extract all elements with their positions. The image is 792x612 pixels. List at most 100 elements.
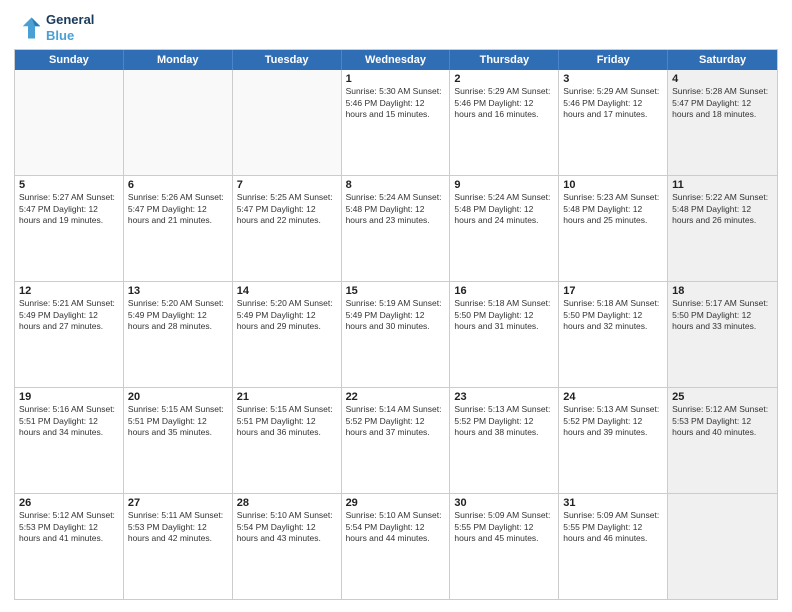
day-header-sunday: Sunday bbox=[15, 50, 124, 70]
day-cell bbox=[233, 70, 342, 175]
day-cell: 11Sunrise: 5:22 AM Sunset: 5:48 PM Dayli… bbox=[668, 176, 777, 281]
day-info: Sunrise: 5:12 AM Sunset: 5:53 PM Dayligh… bbox=[19, 510, 119, 544]
day-header-thursday: Thursday bbox=[450, 50, 559, 70]
week-row: 12Sunrise: 5:21 AM Sunset: 5:49 PM Dayli… bbox=[15, 281, 777, 387]
day-cell: 20Sunrise: 5:15 AM Sunset: 5:51 PM Dayli… bbox=[124, 388, 233, 493]
page: General Blue SundayMondayTuesdayWednesda… bbox=[0, 0, 792, 612]
day-info: Sunrise: 5:26 AM Sunset: 5:47 PM Dayligh… bbox=[128, 192, 228, 226]
day-info: Sunrise: 5:16 AM Sunset: 5:51 PM Dayligh… bbox=[19, 404, 119, 438]
day-info: Sunrise: 5:27 AM Sunset: 5:47 PM Dayligh… bbox=[19, 192, 119, 226]
day-header-tuesday: Tuesday bbox=[233, 50, 342, 70]
day-cell: 3Sunrise: 5:29 AM Sunset: 5:46 PM Daylig… bbox=[559, 70, 668, 175]
day-info: Sunrise: 5:15 AM Sunset: 5:51 PM Dayligh… bbox=[237, 404, 337, 438]
day-cell: 25Sunrise: 5:12 AM Sunset: 5:53 PM Dayli… bbox=[668, 388, 777, 493]
day-info: Sunrise: 5:13 AM Sunset: 5:52 PM Dayligh… bbox=[454, 404, 554, 438]
day-cell: 31Sunrise: 5:09 AM Sunset: 5:55 PM Dayli… bbox=[559, 494, 668, 599]
header: General Blue bbox=[14, 12, 778, 43]
day-number: 17 bbox=[563, 285, 663, 297]
day-info: Sunrise: 5:18 AM Sunset: 5:50 PM Dayligh… bbox=[563, 298, 663, 332]
day-info: Sunrise: 5:10 AM Sunset: 5:54 PM Dayligh… bbox=[346, 510, 446, 544]
day-number: 24 bbox=[563, 391, 663, 403]
day-cell: 2Sunrise: 5:29 AM Sunset: 5:46 PM Daylig… bbox=[450, 70, 559, 175]
day-cell: 7Sunrise: 5:25 AM Sunset: 5:47 PM Daylig… bbox=[233, 176, 342, 281]
day-cell: 28Sunrise: 5:10 AM Sunset: 5:54 PM Dayli… bbox=[233, 494, 342, 599]
day-info: Sunrise: 5:23 AM Sunset: 5:48 PM Dayligh… bbox=[563, 192, 663, 226]
day-number: 1 bbox=[346, 73, 446, 85]
day-cell: 16Sunrise: 5:18 AM Sunset: 5:50 PM Dayli… bbox=[450, 282, 559, 387]
day-number: 16 bbox=[454, 285, 554, 297]
day-cell: 22Sunrise: 5:14 AM Sunset: 5:52 PM Dayli… bbox=[342, 388, 451, 493]
day-header-monday: Monday bbox=[124, 50, 233, 70]
day-number: 27 bbox=[128, 497, 228, 509]
day-info: Sunrise: 5:29 AM Sunset: 5:46 PM Dayligh… bbox=[563, 86, 663, 120]
day-info: Sunrise: 5:20 AM Sunset: 5:49 PM Dayligh… bbox=[237, 298, 337, 332]
day-number: 8 bbox=[346, 179, 446, 191]
day-header-friday: Friday bbox=[559, 50, 668, 70]
day-cell: 6Sunrise: 5:26 AM Sunset: 5:47 PM Daylig… bbox=[124, 176, 233, 281]
day-number: 29 bbox=[346, 497, 446, 509]
day-cell: 1Sunrise: 5:30 AM Sunset: 5:46 PM Daylig… bbox=[342, 70, 451, 175]
day-number: 10 bbox=[563, 179, 663, 191]
day-cell: 26Sunrise: 5:12 AM Sunset: 5:53 PM Dayli… bbox=[15, 494, 124, 599]
day-cell: 19Sunrise: 5:16 AM Sunset: 5:51 PM Dayli… bbox=[15, 388, 124, 493]
day-cell: 21Sunrise: 5:15 AM Sunset: 5:51 PM Dayli… bbox=[233, 388, 342, 493]
day-number: 31 bbox=[563, 497, 663, 509]
day-cell: 13Sunrise: 5:20 AM Sunset: 5:49 PM Dayli… bbox=[124, 282, 233, 387]
logo: General Blue bbox=[14, 12, 94, 43]
day-cell: 15Sunrise: 5:19 AM Sunset: 5:49 PM Dayli… bbox=[342, 282, 451, 387]
day-number: 6 bbox=[128, 179, 228, 191]
day-cell: 17Sunrise: 5:18 AM Sunset: 5:50 PM Dayli… bbox=[559, 282, 668, 387]
day-info: Sunrise: 5:12 AM Sunset: 5:53 PM Dayligh… bbox=[672, 404, 773, 438]
day-number: 11 bbox=[672, 179, 773, 191]
day-number: 9 bbox=[454, 179, 554, 191]
day-cell bbox=[15, 70, 124, 175]
day-number: 23 bbox=[454, 391, 554, 403]
day-cell: 5Sunrise: 5:27 AM Sunset: 5:47 PM Daylig… bbox=[15, 176, 124, 281]
day-number: 21 bbox=[237, 391, 337, 403]
day-cell: 27Sunrise: 5:11 AM Sunset: 5:53 PM Dayli… bbox=[124, 494, 233, 599]
day-info: Sunrise: 5:20 AM Sunset: 5:49 PM Dayligh… bbox=[128, 298, 228, 332]
day-info: Sunrise: 5:24 AM Sunset: 5:48 PM Dayligh… bbox=[454, 192, 554, 226]
day-number: 20 bbox=[128, 391, 228, 403]
day-number: 19 bbox=[19, 391, 119, 403]
day-cell: 4Sunrise: 5:28 AM Sunset: 5:47 PM Daylig… bbox=[668, 70, 777, 175]
logo-icon bbox=[14, 14, 42, 42]
week-row: 19Sunrise: 5:16 AM Sunset: 5:51 PM Dayli… bbox=[15, 387, 777, 493]
day-cell: 30Sunrise: 5:09 AM Sunset: 5:55 PM Dayli… bbox=[450, 494, 559, 599]
weeks: 1Sunrise: 5:30 AM Sunset: 5:46 PM Daylig… bbox=[15, 70, 777, 599]
day-info: Sunrise: 5:29 AM Sunset: 5:46 PM Dayligh… bbox=[454, 86, 554, 120]
day-number: 7 bbox=[237, 179, 337, 191]
day-number: 12 bbox=[19, 285, 119, 297]
day-info: Sunrise: 5:22 AM Sunset: 5:48 PM Dayligh… bbox=[672, 192, 773, 226]
day-info: Sunrise: 5:18 AM Sunset: 5:50 PM Dayligh… bbox=[454, 298, 554, 332]
day-cell: 9Sunrise: 5:24 AM Sunset: 5:48 PM Daylig… bbox=[450, 176, 559, 281]
week-row: 5Sunrise: 5:27 AM Sunset: 5:47 PM Daylig… bbox=[15, 175, 777, 281]
day-info: Sunrise: 5:25 AM Sunset: 5:47 PM Dayligh… bbox=[237, 192, 337, 226]
day-number: 30 bbox=[454, 497, 554, 509]
day-number: 13 bbox=[128, 285, 228, 297]
day-cell bbox=[668, 494, 777, 599]
day-cell: 24Sunrise: 5:13 AM Sunset: 5:52 PM Dayli… bbox=[559, 388, 668, 493]
day-header-wednesday: Wednesday bbox=[342, 50, 451, 70]
day-cell: 10Sunrise: 5:23 AM Sunset: 5:48 PM Dayli… bbox=[559, 176, 668, 281]
day-number: 3 bbox=[563, 73, 663, 85]
day-number: 15 bbox=[346, 285, 446, 297]
day-cell: 12Sunrise: 5:21 AM Sunset: 5:49 PM Dayli… bbox=[15, 282, 124, 387]
day-info: Sunrise: 5:14 AM Sunset: 5:52 PM Dayligh… bbox=[346, 404, 446, 438]
day-header-saturday: Saturday bbox=[668, 50, 777, 70]
day-headers: SundayMondayTuesdayWednesdayThursdayFrid… bbox=[15, 50, 777, 70]
day-info: Sunrise: 5:17 AM Sunset: 5:50 PM Dayligh… bbox=[672, 298, 773, 332]
day-number: 18 bbox=[672, 285, 773, 297]
day-number: 25 bbox=[672, 391, 773, 403]
day-info: Sunrise: 5:09 AM Sunset: 5:55 PM Dayligh… bbox=[563, 510, 663, 544]
week-row: 1Sunrise: 5:30 AM Sunset: 5:46 PM Daylig… bbox=[15, 70, 777, 175]
day-info: Sunrise: 5:24 AM Sunset: 5:48 PM Dayligh… bbox=[346, 192, 446, 226]
day-number: 14 bbox=[237, 285, 337, 297]
day-info: Sunrise: 5:28 AM Sunset: 5:47 PM Dayligh… bbox=[672, 86, 773, 120]
day-number: 26 bbox=[19, 497, 119, 509]
day-info: Sunrise: 5:30 AM Sunset: 5:46 PM Dayligh… bbox=[346, 86, 446, 120]
day-cell: 8Sunrise: 5:24 AM Sunset: 5:48 PM Daylig… bbox=[342, 176, 451, 281]
day-cell bbox=[124, 70, 233, 175]
day-number: 22 bbox=[346, 391, 446, 403]
day-info: Sunrise: 5:09 AM Sunset: 5:55 PM Dayligh… bbox=[454, 510, 554, 544]
